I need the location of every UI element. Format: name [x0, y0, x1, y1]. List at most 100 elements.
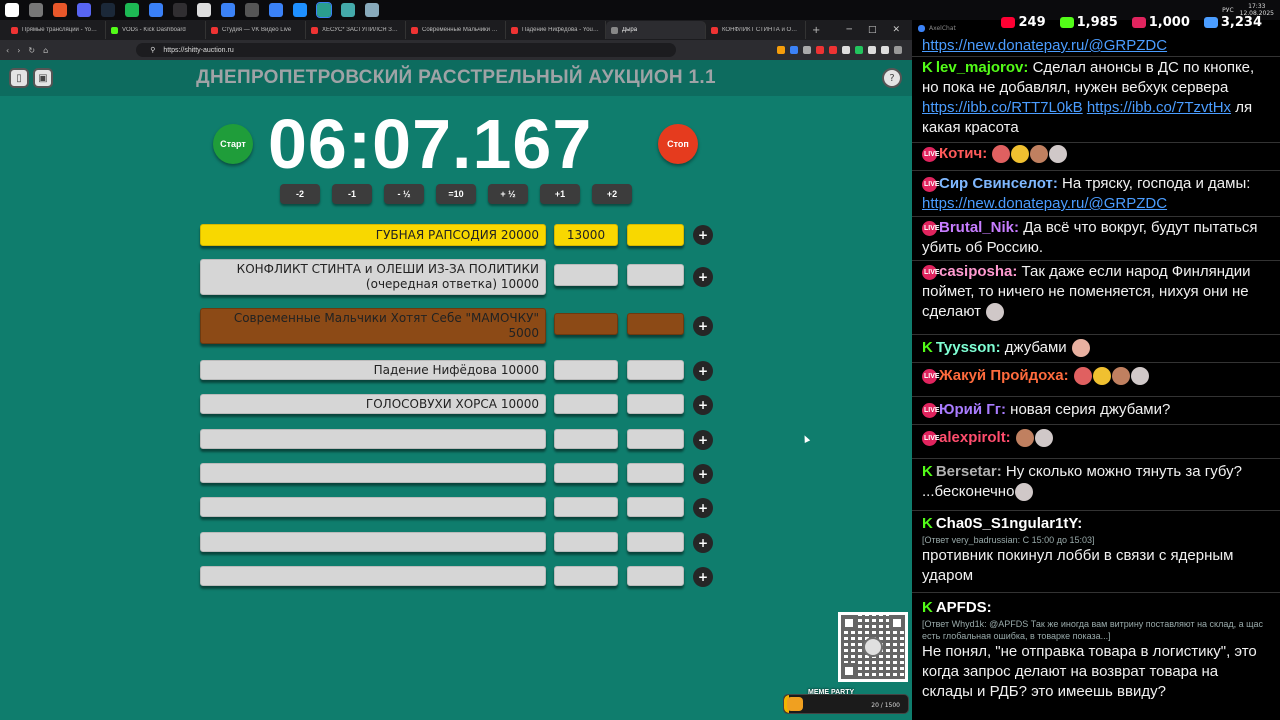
lot-amount-field[interactable]: 13000	[554, 224, 618, 246]
lot-name-field[interactable]	[200, 497, 546, 517]
add-amount-button[interactable]: +	[693, 567, 713, 587]
timer-adjust-button[interactable]: -2	[280, 184, 320, 204]
url-bar[interactable]: ⚲ https://shitty-auction.ru	[136, 43, 677, 57]
lot-add-amount-field[interactable]	[627, 497, 684, 517]
lot-add-amount-field[interactable]	[627, 566, 684, 586]
timer-adjust-button[interactable]: +2	[592, 184, 632, 204]
help-button[interactable]: ?	[882, 68, 902, 88]
lot-amount-field[interactable]	[554, 566, 618, 586]
lot-amount-field[interactable]	[554, 497, 618, 517]
app-d-icon[interactable]	[269, 3, 283, 17]
lot-amount-field[interactable]	[554, 532, 618, 552]
add-amount-button[interactable]: +	[693, 267, 713, 287]
app-h-icon[interactable]	[365, 3, 379, 17]
lot-add-amount-field[interactable]	[627, 264, 684, 286]
chat-username[interactable]: Cha0S_S1ngular1tY:	[936, 515, 1082, 532]
browser-tab[interactable]: Студия — VK Видео Live	[206, 21, 306, 39]
maximize-icon[interactable]: □	[868, 25, 877, 35]
language-indicator[interactable]: РУС	[1222, 7, 1233, 14]
lot-add-amount-field[interactable]	[627, 313, 684, 335]
timer-adjust-button[interactable]: -1	[332, 184, 372, 204]
lot-name-field[interactable]: Падение Нифёдова 10000	[200, 360, 546, 380]
stop-button[interactable]: Стоп	[658, 124, 698, 164]
lot-add-amount-field[interactable]	[627, 429, 684, 449]
steam-icon[interactable]	[101, 3, 115, 17]
obs-icon[interactable]	[173, 3, 187, 17]
extension-icon[interactable]	[855, 46, 863, 54]
lot-add-amount-field[interactable]	[627, 360, 684, 380]
browser-tab[interactable]: Дыра	[606, 21, 706, 39]
lot-name-field[interactable]: ГУБНАЯ РАПСОДИЯ 20000	[200, 224, 546, 246]
lot-name-field[interactable]	[200, 532, 546, 552]
message-link[interactable]: https://new.donatepay.ru/@GRPZDC	[922, 195, 1167, 212]
extension-icon[interactable]	[816, 46, 824, 54]
extension-icon[interactable]	[790, 46, 798, 54]
lot-name-field[interactable]	[200, 429, 546, 449]
forward-icon[interactable]: ›	[17, 46, 20, 55]
app-b-icon[interactable]	[221, 3, 235, 17]
add-amount-button[interactable]: +	[693, 316, 713, 336]
win-icon[interactable]	[5, 3, 19, 17]
home-icon[interactable]: ⌂	[43, 46, 48, 55]
lot-amount-field[interactable]	[554, 429, 618, 449]
chat-username[interactable]: Юрий Гг:	[939, 401, 1006, 418]
lot-name-field[interactable]	[200, 463, 546, 483]
extension-icon[interactable]	[829, 46, 837, 54]
chat-username[interactable]: Brutal_Nik:	[939, 219, 1019, 236]
chat-username[interactable]: Сир Свинселот:	[939, 175, 1058, 192]
app-x-icon[interactable]	[197, 3, 211, 17]
add-amount-button[interactable]: +	[693, 464, 713, 484]
chat-username[interactable]: Жакуй Пройдоха:	[939, 367, 1069, 384]
app-f-icon[interactable]	[316, 2, 332, 18]
chat-username[interactable]: casiposha:	[939, 263, 1017, 280]
browser-tab[interactable]: VODs - Kick Dashboard	[106, 21, 206, 39]
app-g-icon[interactable]	[341, 3, 355, 17]
start-button[interactable]: Старт	[213, 124, 253, 164]
timer-adjust-button[interactable]: - ½	[384, 184, 424, 204]
message-link[interactable]: https://new.donatepay.ru/@GRPZDC	[922, 37, 1167, 54]
chat-username[interactable]: Tyysson:	[936, 339, 1001, 356]
browser-tab[interactable]: ХЕСУС* ЗАСТУПИЛСЯ ЗА КАР	[306, 21, 406, 39]
browser-tab[interactable]: Падение Нифёдова - YouTube	[506, 21, 606, 39]
add-amount-button[interactable]: +	[693, 361, 713, 381]
back-icon[interactable]: ‹	[6, 46, 9, 55]
chat-username[interactable]: alexpirolt:	[939, 429, 1011, 446]
site-info-icon[interactable]: ⚲	[150, 46, 155, 54]
profile-icon[interactable]	[894, 46, 902, 54]
app-e-icon[interactable]	[293, 3, 307, 17]
chat-username[interactable]: Bersetar:	[936, 463, 1002, 480]
add-amount-button[interactable]: +	[693, 533, 713, 553]
app-c-icon[interactable]	[245, 3, 259, 17]
lot-name-field[interactable]: Современные Мальчики Хотят Себе "МАМОЧКУ…	[200, 308, 546, 344]
new-tab-button[interactable]: +	[812, 25, 820, 36]
add-amount-button[interactable]: +	[693, 225, 713, 245]
timer-adjust-button[interactable]: +1	[540, 184, 580, 204]
search-icon[interactable]	[29, 3, 43, 17]
brave-icon[interactable]	[53, 3, 67, 17]
extension-icon[interactable]	[803, 46, 811, 54]
extension-icon[interactable]	[777, 46, 785, 54]
add-amount-button[interactable]: +	[693, 395, 713, 415]
lot-name-field[interactable]: КОНФЛИКТ СТИНТА и ОЛЕШИ ИЗ-ЗА ПОЛИТИКИ (…	[200, 259, 546, 295]
lot-add-amount-field[interactable]	[627, 532, 684, 552]
lot-amount-field[interactable]	[554, 264, 618, 286]
browser-tab[interactable]: Современные Мальчики Хотя	[406, 21, 506, 39]
reload-icon[interactable]: ↻	[28, 46, 35, 55]
chat-username[interactable]: Котич:	[939, 145, 987, 162]
extension-icon[interactable]	[868, 46, 876, 54]
chrome-icon[interactable]	[149, 3, 163, 17]
browser-tab[interactable]: Прямые трансляции - YouTube	[6, 21, 106, 39]
spotify-icon[interactable]	[125, 3, 139, 17]
close-icon[interactable]: ✕	[892, 25, 900, 35]
lot-amount-field[interactable]	[554, 463, 618, 483]
extension-icon[interactable]	[842, 46, 850, 54]
lot-amount-field[interactable]	[554, 394, 618, 414]
add-amount-button[interactable]: +	[693, 498, 713, 518]
lot-name-field[interactable]: ГОЛОСОВУХИ ХОРСА 10000	[200, 394, 546, 414]
chat-username[interactable]: lev_majorov:	[936, 59, 1029, 76]
message-link[interactable]: https://ibb.co/RTT7L0kB	[922, 99, 1083, 116]
chat-username[interactable]: APFDS:	[936, 599, 992, 616]
lot-add-amount-field[interactable]	[627, 463, 684, 483]
timer-adjust-button[interactable]: + ½	[488, 184, 528, 204]
lot-amount-field[interactable]	[554, 313, 618, 335]
